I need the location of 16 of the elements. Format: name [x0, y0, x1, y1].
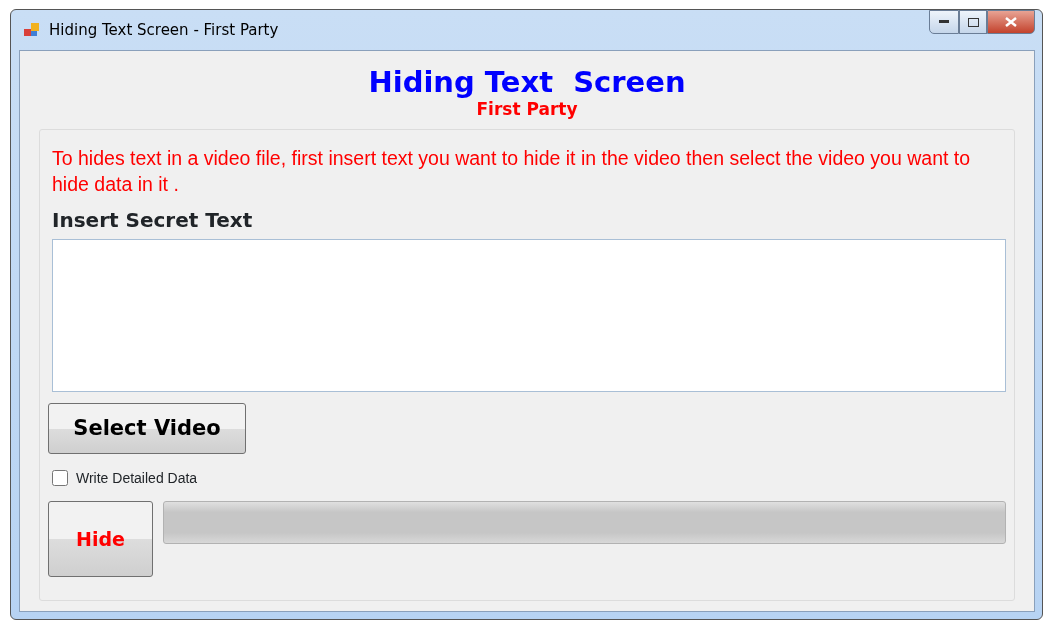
detailed-data-checkbox[interactable] [52, 470, 68, 487]
maximize-button[interactable] [959, 10, 987, 34]
instructions-text: To hides text in a video file, first insert text you want to hide it in the video then select the video you want to hide data in it . [52, 146, 972, 197]
select-video-button[interactable]: Select Video [48, 402, 246, 454]
checkbox-label: Write Detailed Data [76, 468, 198, 488]
maximize-icon [967, 17, 979, 27]
window-title: Hiding Text Screen - First Party [49, 19, 279, 41]
screen-subheading: First Party [476, 98, 578, 120]
minimize-button[interactable] [929, 10, 959, 34]
secret-text-field[interactable] [52, 238, 1006, 392]
secret-text-label: Insert Secret Text [52, 206, 254, 234]
minimize-icon [939, 20, 949, 24]
close-button[interactable] [987, 10, 1035, 34]
screen-heading: Hiding Text Screen [368, 67, 686, 99]
app-icon [23, 21, 41, 39]
close-icon [1005, 17, 1017, 27]
